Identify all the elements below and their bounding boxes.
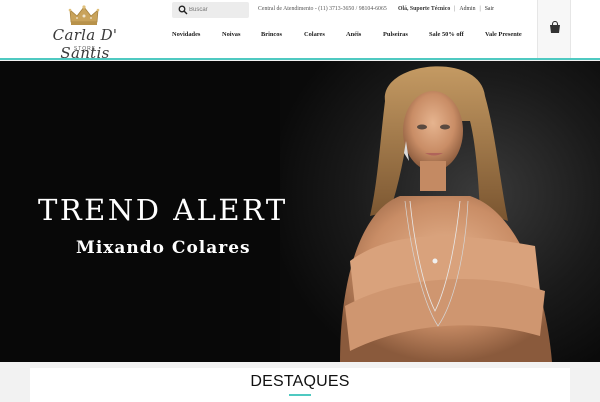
account-links: Olá, Suporte Técnico | Admin | Sair [398,6,494,12]
section-title: DESTAQUES [250,373,350,390]
admin-link[interactable]: Admin [459,6,475,12]
featured-section: DESTAQUES [30,368,570,402]
title-underline [289,394,311,396]
brand-name: Carla D' Santis [52,26,118,62]
hero-banner[interactable]: TREND ALERT Mixando Colares [0,61,600,362]
cart-button[interactable] [537,0,571,58]
account-greeting-link[interactable]: Olá, Suporte Técnico [398,6,450,12]
search-box[interactable] [172,2,249,18]
hero-headline: TREND ALERT [38,193,288,227]
brand-subtitle: STORE [73,46,97,52]
hero-model-image [340,66,552,362]
nav-item-vale-presente[interactable]: Vale Presente [485,31,522,38]
divider: | [479,6,481,12]
nav-item-noivas[interactable]: Noivas [222,31,240,38]
nav-item-aneis[interactable]: Anéis [346,31,361,38]
logout-link[interactable]: Sair [485,6,494,12]
divider: | [454,6,456,12]
hero-subline: Mixando Colares [76,238,251,258]
nav-item-pulseiras[interactable]: Pulseiras [383,31,408,38]
site-header: Carla D' Santis STORE Central de Atendim… [0,0,600,62]
search-input[interactable] [189,3,247,17]
nav-item-colares[interactable]: Colares [304,31,325,38]
nav-item-brincos[interactable]: Brincos [261,31,282,38]
brand-logo[interactable]: Carla D' Santis STORE [26,4,144,62]
shopping-bag-icon[interactable] [549,21,561,34]
crown-icon [68,5,100,25]
nav-item-novidades[interactable]: Novidades [172,31,200,38]
nav-item-sale[interactable]: Sale 50% off [429,31,464,38]
search-icon[interactable] [178,5,188,15]
customer-service-contact: Central de Atendimento - (11) 3713-3650 … [258,6,387,12]
